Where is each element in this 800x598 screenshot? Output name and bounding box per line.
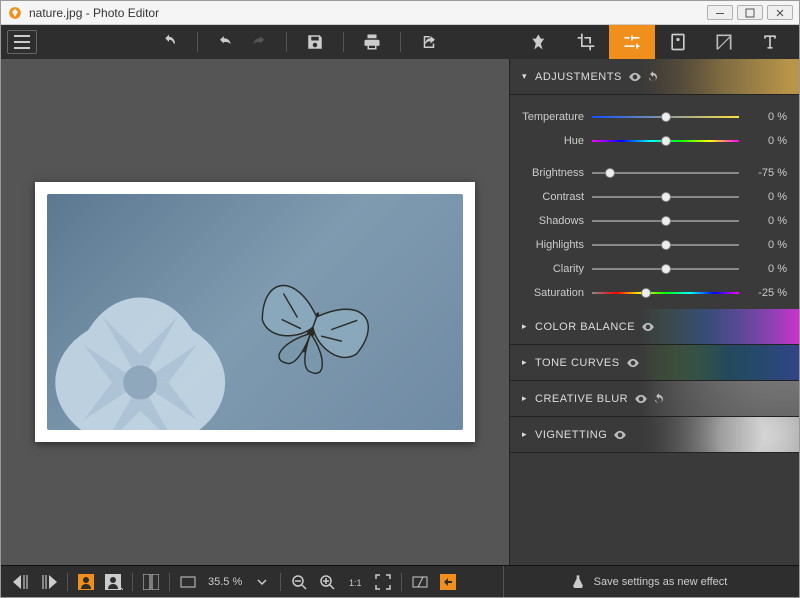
slider-shadows[interactable]: Shadows 0 % xyxy=(522,209,787,233)
tab-frames[interactable] xyxy=(701,25,747,59)
tab-text[interactable] xyxy=(747,25,793,59)
tab-effects[interactable] xyxy=(517,25,563,59)
reset-icon[interactable] xyxy=(646,70,660,84)
slider-clarity[interactable]: Clarity 0 % xyxy=(522,257,787,281)
window-title: nature.jpg - Photo Editor xyxy=(29,6,707,20)
zoom-value: 35.5 % xyxy=(202,576,248,588)
section-vignetting[interactable]: ▸ VIGNETTING xyxy=(510,417,799,453)
fullscreen-icon[interactable] xyxy=(369,570,397,594)
slider-contrast[interactable]: Contrast 0 % xyxy=(522,185,787,209)
visibility-icon[interactable] xyxy=(626,356,640,370)
compare-mode-icon[interactable] xyxy=(100,570,128,594)
section-title: COLOR BALANCE xyxy=(535,321,635,333)
compare-before-icon[interactable] xyxy=(406,570,434,594)
browse-mode-icon[interactable] xyxy=(72,570,100,594)
section-color-balance[interactable]: ▸ COLOR BALANCE xyxy=(510,309,799,345)
right-panel-tabs xyxy=(517,25,793,59)
split-view-icon[interactable] xyxy=(137,570,165,594)
canvas-area[interactable] xyxy=(1,59,509,565)
reset-icon[interactable] xyxy=(652,392,666,406)
minimize-button[interactable] xyxy=(707,5,733,20)
photo-canvas xyxy=(35,182,475,442)
section-title: CREATIVE BLUR xyxy=(535,393,628,405)
expand-icon: ▸ xyxy=(522,393,527,404)
visibility-icon[interactable] xyxy=(613,428,627,442)
zoom-in-icon[interactable] xyxy=(313,570,341,594)
undo-all-icon[interactable] xyxy=(157,30,181,54)
content-area: ▾ ADJUSTMENTS Temperature 0 % Hue 0 % Br… xyxy=(1,59,799,565)
section-tone-curves[interactable]: ▸ TONE CURVES xyxy=(510,345,799,381)
expand-icon: ▸ xyxy=(522,357,527,368)
expand-icon: ▸ xyxy=(522,321,527,332)
section-title: ADJUSTMENTS xyxy=(535,71,622,83)
prev-image-icon[interactable] xyxy=(7,570,35,594)
app-window: nature.jpg - Photo Editor xyxy=(0,0,800,598)
bottom-toolbar: 35.5 % 1:1 Save settings as new effect xyxy=(1,565,799,597)
menu-button[interactable] xyxy=(7,30,37,54)
right-panel: ▾ ADJUSTMENTS Temperature 0 % Hue 0 % Br… xyxy=(509,59,799,565)
maximize-button[interactable] xyxy=(737,5,763,20)
save-effect-button[interactable]: Save settings as new effect xyxy=(503,566,793,597)
flask-icon xyxy=(570,574,586,590)
slider-saturation[interactable]: Saturation -25 % xyxy=(522,281,787,305)
app-logo-icon xyxy=(7,5,23,21)
save-icon[interactable] xyxy=(303,30,327,54)
save-effect-label: Save settings as new effect xyxy=(594,576,728,588)
section-adjustments[interactable]: ▾ ADJUSTMENTS xyxy=(510,59,799,95)
collapse-icon: ▾ xyxy=(522,71,527,82)
next-image-icon[interactable] xyxy=(35,570,63,594)
expand-icon: ▸ xyxy=(522,429,527,440)
close-button[interactable] xyxy=(767,5,793,20)
redo-icon[interactable] xyxy=(246,30,270,54)
tab-adjust[interactable] xyxy=(609,25,655,59)
adjustments-sliders: Temperature 0 % Hue 0 % Brightness -75 %… xyxy=(510,95,799,309)
visibility-icon[interactable] xyxy=(634,392,648,406)
slider-temperature[interactable]: Temperature 0 % xyxy=(522,105,787,129)
slider-hue[interactable]: Hue 0 % xyxy=(522,129,787,153)
section-title: TONE CURVES xyxy=(535,357,620,369)
tab-retouch[interactable] xyxy=(655,25,701,59)
slider-highlights[interactable]: Highlights 0 % xyxy=(522,233,787,257)
zoom-dropdown-icon[interactable] xyxy=(248,570,276,594)
titlebar: nature.jpg - Photo Editor xyxy=(1,1,799,25)
export-icon[interactable] xyxy=(417,30,441,54)
actual-size-icon[interactable]: 1:1 xyxy=(341,570,369,594)
main-toolbar xyxy=(1,25,799,59)
tab-crop[interactable] xyxy=(563,25,609,59)
slider-brightness[interactable]: Brightness -75 % xyxy=(522,161,787,185)
zoom-out-icon[interactable] xyxy=(285,570,313,594)
photo-image xyxy=(47,194,463,430)
fit-icon[interactable] xyxy=(174,570,202,594)
print-icon[interactable] xyxy=(360,30,384,54)
section-creative-blur[interactable]: ▸ CREATIVE BLUR xyxy=(510,381,799,417)
compare-after-icon[interactable] xyxy=(434,570,462,594)
svg-text:1:1: 1:1 xyxy=(349,578,362,588)
visibility-icon[interactable] xyxy=(641,320,655,334)
undo-icon[interactable] xyxy=(214,30,238,54)
visibility-icon[interactable] xyxy=(628,70,642,84)
section-title: VIGNETTING xyxy=(535,429,607,441)
